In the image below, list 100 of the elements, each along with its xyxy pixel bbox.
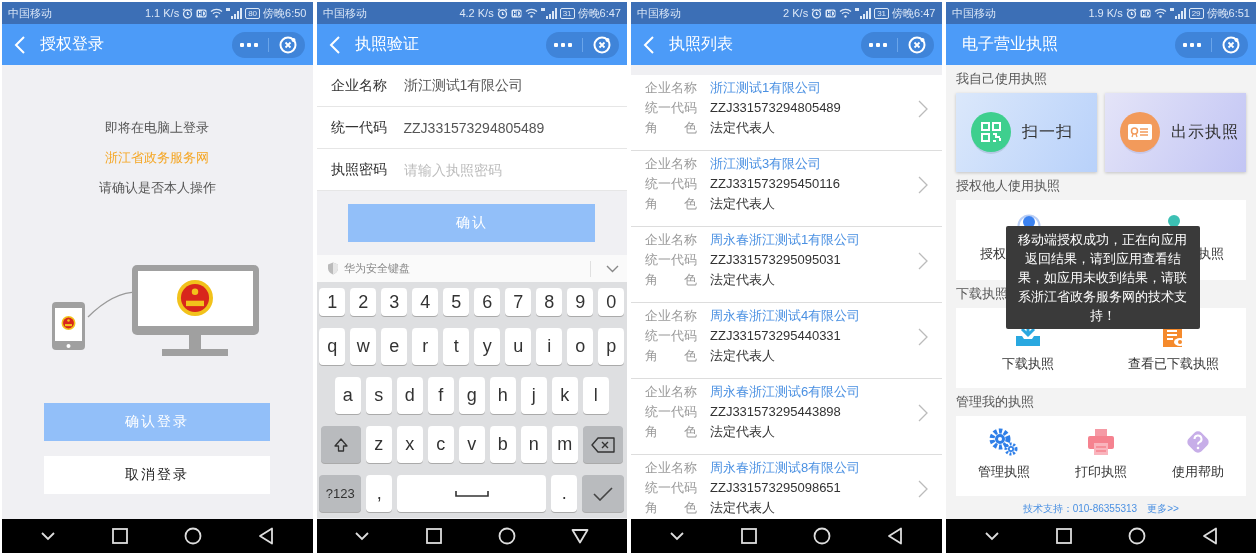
home-icon[interactable] [813, 527, 832, 545]
menu-item-label[interactable]: 执照 [1197, 244, 1224, 264]
menu-item-label[interactable]: 管理执照 [977, 462, 1030, 482]
keyboard-key[interactable]: q [319, 328, 346, 365]
keyboard-key[interactable]: s [365, 377, 392, 414]
keyboard-key[interactable]: m [551, 426, 578, 463]
hd-icon [510, 8, 522, 18]
keyboard-key[interactable]: z [365, 426, 392, 463]
field-value: 法定代表人 [710, 499, 775, 517]
keyboard-key[interactable]: k [551, 377, 578, 414]
home-icon[interactable] [184, 527, 203, 545]
keyboard-key[interactable]: 6 [474, 288, 501, 316]
more-icon[interactable] [239, 42, 258, 47]
network-speed: 4.2 K/s [459, 7, 494, 19]
cancel-login-button[interactable]: 取消登录 [44, 456, 271, 494]
close-icon[interactable] [1222, 35, 1240, 54]
checkmark-icon [593, 486, 614, 501]
keyboard-key[interactable]: r [412, 328, 439, 365]
keyboard-key[interactable]: 9 [567, 288, 594, 316]
license-list-item[interactable]: 企业名称 浙江测试1有限公司 统一代码 ZZJ331573294805489 角 色 法定代表人 [631, 75, 942, 151]
close-icon[interactable] [593, 35, 611, 54]
chevron-down-icon[interactable] [40, 531, 57, 541]
more-icon[interactable] [1183, 42, 1201, 47]
more-icon[interactable] [554, 42, 572, 47]
window-title: 授权登录 [40, 34, 105, 54]
keyboard-key[interactable]: a [334, 377, 361, 414]
prompt-text: 请确认是否本人操作 [98, 179, 216, 197]
keyboard-key[interactable]: 4 [412, 288, 439, 316]
keyboard-key[interactable]: t [443, 328, 470, 365]
license-list-item[interactable]: 企业名称 周永春浙江测试4有限公司 统一代码 ZZJ331573295440331 角 色 法定代表人 [631, 303, 942, 379]
keyboard-key[interactable]: x [396, 426, 423, 463]
keyboard-key[interactable]: c [427, 426, 454, 463]
gears-icon[interactable] [988, 428, 1019, 456]
recent-apps-icon[interactable] [741, 528, 758, 544]
field-value: 法定代表人 [710, 119, 775, 137]
keyboard-key[interactable]: 7 [505, 288, 532, 316]
keyboard-key[interactable]: y [474, 328, 501, 365]
chevron-down-icon[interactable] [669, 531, 686, 541]
feature-card[interactable]: 出示执照 [1104, 93, 1246, 172]
keyboard-key[interactable]: v [458, 426, 485, 463]
license-list-item[interactable]: 企业名称 周永春浙江测试1有限公司 统一代码 ZZJ331573295095031 角 色 法定代表人 [631, 227, 942, 303]
menu-item-label[interactable]: 授权 [979, 244, 1006, 264]
backspace-key[interactable] [582, 426, 623, 463]
keyboard-key[interactable]: n [520, 426, 547, 463]
hd-icon [196, 8, 208, 18]
menu-item-label[interactable]: 下载执照 [1002, 354, 1055, 374]
keyboard-key[interactable]: b [489, 426, 516, 463]
keyboard-key[interactable]: . [551, 475, 578, 512]
field-value: ZZJ331573294805489 [710, 99, 841, 117]
window-title: 执照验证 [354, 34, 420, 54]
recent-apps-icon[interactable] [112, 528, 129, 544]
keyboard-key[interactable]: 1 [319, 288, 346, 316]
back-icon[interactable] [887, 527, 904, 545]
shift-icon [332, 436, 349, 453]
field-value: ZZJ331573295443898 [710, 403, 841, 421]
keyboard-key[interactable]: 5 [443, 288, 470, 316]
network-speed: 1.9 K/s [1088, 7, 1123, 19]
keyboard-key[interactable]: d [396, 377, 423, 414]
back-icon[interactable] [1201, 527, 1218, 545]
keyboard-key[interactable]: l [582, 377, 609, 414]
status-time: 傍晚6:47 [577, 5, 621, 21]
more-icon[interactable] [868, 42, 887, 47]
feature-card[interactable]: 扫一扫 [955, 93, 1097, 172]
keyboard-key[interactable]: o [567, 328, 594, 365]
license-list-item[interactable]: 企业名称 周永春浙江测试6有限公司 统一代码 ZZJ331573295443898 角 色 法定代表人 [631, 379, 942, 455]
recent-apps-icon[interactable] [425, 528, 442, 544]
home-icon[interactable] [1127, 527, 1146, 545]
symbols-key[interactable]: ?123 [319, 475, 362, 512]
keyboard-key[interactable]: , [366, 475, 393, 512]
field-label: 统一代码 [645, 479, 698, 497]
field-value: ZZJ331573295440331 [710, 327, 841, 345]
keyboard-key[interactable]: 8 [536, 288, 563, 316]
recent-apps-icon[interactable] [1055, 528, 1072, 544]
keyboard-key[interactable]: w [350, 328, 377, 365]
status-time: 傍晚6:50 [263, 5, 307, 21]
keyboard-key[interactable]: i [536, 328, 563, 365]
back-icon[interactable] [258, 527, 275, 545]
keyboard-key[interactable]: 3 [381, 288, 408, 316]
license-list-item[interactable]: 企业名称 浙江测试3有限公司 统一代码 ZZJ331573295450116 角 色 法定代表人 [631, 151, 942, 227]
section-title: 管理我的执照 [955, 393, 1034, 411]
keyboard-key[interactable]: f [427, 377, 454, 414]
keyboard-key[interactable]: 0 [598, 288, 625, 316]
company-name: 周永春浙江测试1有限公司 [710, 231, 861, 249]
menu-item-label[interactable]: 查看已下载执照 [1127, 354, 1219, 374]
close-icon[interactable] [907, 35, 926, 54]
close-icon[interactable] [278, 35, 297, 54]
password-field[interactable]: 请输入执照密码 [403, 161, 604, 178]
keyboard-key[interactable]: g [458, 377, 485, 414]
hide-keyboard-icon[interactable] [571, 528, 590, 544]
keyboard-key[interactable]: h [489, 377, 516, 414]
keyboard-key[interactable]: u [505, 328, 532, 365]
keyboard-key[interactable]: e [381, 328, 408, 365]
keyboard-key[interactable]: 2 [350, 288, 377, 316]
home-icon[interactable] [497, 527, 516, 545]
done-key[interactable] [582, 475, 625, 512]
menu-item-label[interactable]: 打印执照 [1074, 462, 1127, 482]
menu-item-label[interactable]: 使用帮助 [1171, 462, 1224, 482]
keyboard-key[interactable]: p [598, 328, 625, 365]
keyboard-key[interactable]: j [520, 377, 547, 414]
shift-key[interactable] [320, 426, 361, 463]
